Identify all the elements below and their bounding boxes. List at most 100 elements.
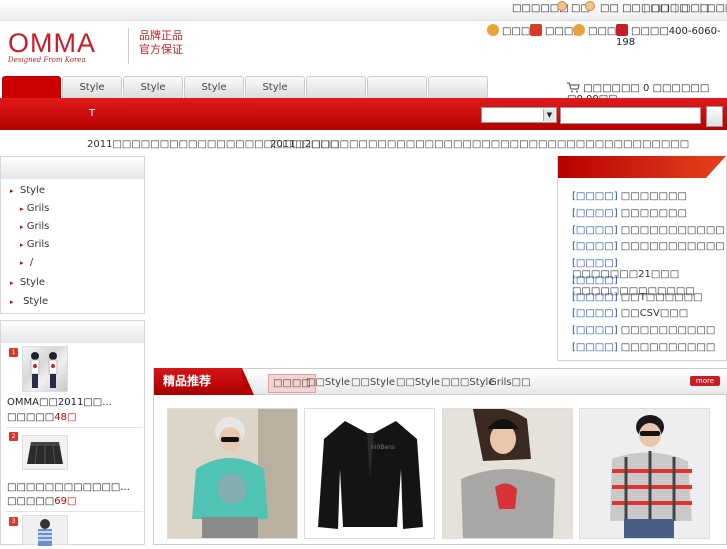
models-image [30, 352, 58, 388]
nav-tab[interactable]: Style [184, 76, 244, 98]
news-tag: [□□□□] [572, 292, 618, 303]
bullet-icon: ▸ [20, 205, 24, 213]
rank-badge: 1 [9, 348, 18, 357]
divider: | [674, 3, 678, 14]
category-panel [0, 156, 145, 314]
news-text: □□T□□□□□□ [620, 292, 703, 303]
service-label: □□□□400-6060-198 [616, 26, 721, 48]
skirt-image [27, 442, 63, 465]
news-tag: [□□□□] [572, 308, 618, 319]
bullet-icon: ▸ [10, 279, 14, 287]
product-card[interactable]: ni0Bens [304, 408, 435, 539]
category-label: Grils [26, 239, 50, 250]
product-thumbnail[interactable] [22, 435, 68, 470]
price-value: 48□ [54, 412, 77, 423]
category-label: Grils [26, 221, 50, 232]
category-subitem[interactable]: ▸ Grils [20, 239, 49, 250]
more-button[interactable]: more [690, 376, 720, 386]
news-tag: [□□□□] [572, 275, 618, 286]
nav-tab-home[interactable] [2, 76, 61, 98]
announcement[interactable]: 2011□2□□□□□□□□□□□□□□□□□□□□□□□□□□□□□□□□□□… [270, 139, 689, 150]
logo-tagline: Designed From Korea [8, 56, 86, 64]
featured-tab[interactable]: □□□Style [441, 374, 494, 393]
product-thumbnail[interactable] [22, 515, 68, 546]
divider: | [643, 3, 647, 14]
news-item[interactable]: [□□□□] □□□□□□□ [572, 191, 687, 202]
product-name[interactable]: □□□□□□□□□□□□... [7, 482, 130, 493]
news-tag: [□□□□] [572, 208, 618, 219]
category-item[interactable]: ▸ Style [10, 277, 45, 288]
slogan-line: 品牌正品 [139, 29, 183, 42]
user-icon [585, 1, 595, 11]
news-header [558, 156, 706, 178]
category-item[interactable]: ▸ Style [10, 185, 45, 196]
nav-tab[interactable]: Style [62, 76, 122, 98]
nav-tab[interactable] [306, 76, 366, 98]
nav-tab[interactable] [428, 76, 488, 98]
product-image [443, 409, 572, 538]
news-item[interactable]: [□□□□] □□□□□□□□□□□ [572, 241, 725, 252]
nav-tab[interactable] [367, 76, 427, 98]
featured-tab[interactable]: □□Style [396, 374, 440, 393]
site-logo[interactable]: OMMA Designed From Korea [8, 30, 126, 66]
category-bar-link[interactable]: T [89, 108, 95, 119]
category-label: Style [23, 296, 49, 307]
phone-icon [616, 24, 628, 36]
product-image: ni0Bens [305, 409, 434, 538]
divider [6, 511, 143, 512]
news-text: □□□□□□□□□□ [620, 342, 716, 353]
topbar-link[interactable]: □□□ [706, 3, 727, 14]
search-button[interactable] [706, 106, 723, 127]
featured-tab[interactable]: □□Style [351, 374, 395, 393]
category-subitem[interactable]: ▸ Grils [20, 203, 49, 214]
category-label: Style [19, 277, 45, 288]
news-tag: [□□□□] [572, 225, 618, 236]
category-item[interactable]: ▸ Style [10, 296, 48, 307]
divider: | [699, 3, 703, 14]
price-value: 69□ [54, 496, 77, 507]
product-card[interactable] [579, 408, 710, 539]
news-text: □□CSV□□□ [620, 308, 689, 319]
rank-badge: 2 [9, 432, 18, 441]
face-icon [487, 24, 499, 36]
category-subitem[interactable]: ▸ Grils [20, 221, 49, 232]
news-tag: [□□□□] [572, 325, 618, 336]
nav-tab[interactable]: Style [123, 76, 183, 98]
product-image [168, 409, 297, 538]
bullet-icon: ▸ [10, 298, 14, 306]
bullet-icon: ▸ [20, 259, 24, 267]
featured-title: 精品推荐 [154, 368, 242, 395]
category-subitem[interactable]: ▸ / [20, 257, 33, 268]
news-item[interactable]: [□□□□] □□□□□□□ [572, 208, 687, 219]
news-tag: [□□□□] [572, 191, 618, 202]
logo-brand: OMMA [8, 28, 96, 58]
product-card[interactable] [442, 408, 573, 539]
slogan: 品牌正品 官方保证 [139, 29, 183, 57]
bullet-icon: ▸ [20, 223, 24, 231]
divider [6, 427, 143, 428]
search-input[interactable] [560, 107, 701, 124]
featured-tab[interactable]: Grils□□ [489, 374, 531, 393]
news-item[interactable]: [□□□□] □□□□□□□□□□ [572, 325, 715, 336]
product-card[interactable] [167, 408, 298, 539]
bullet-icon: ▸ [10, 187, 14, 195]
news-item[interactable]: [□□□□] □□□□□□□□□□□ [572, 225, 725, 236]
news-text: □□□□□□□□□□□ [620, 225, 725, 236]
product-name[interactable]: OMMA□□2011□□... [7, 397, 112, 408]
featured-tab[interactable]: □□Style [306, 374, 350, 393]
product-thumbnail[interactable] [22, 346, 68, 392]
search-category-select[interactable]: ▼ [481, 107, 557, 123]
news-item[interactable]: [□□□□] □□□□□□□□□□ [572, 342, 715, 353]
nav-tab[interactable]: Style [245, 76, 305, 98]
cart-icon [567, 82, 580, 93]
shield-icon [530, 24, 542, 36]
price-label: □□□□□ [7, 496, 55, 507]
price-line: □□□□□48□ [7, 412, 76, 423]
chevron-down-icon: ▼ [543, 109, 555, 121]
news-item[interactable]: [□□□□] □□T□□□□□□ [572, 292, 703, 303]
price-line: □□□□□69□ [7, 496, 76, 507]
news-item[interactable]: [□□□□] □□CSV□□□ [572, 308, 688, 319]
featured-title-tail [242, 368, 254, 395]
category-label: / [29, 257, 34, 268]
news-text: □□□□□□□ [620, 191, 687, 202]
